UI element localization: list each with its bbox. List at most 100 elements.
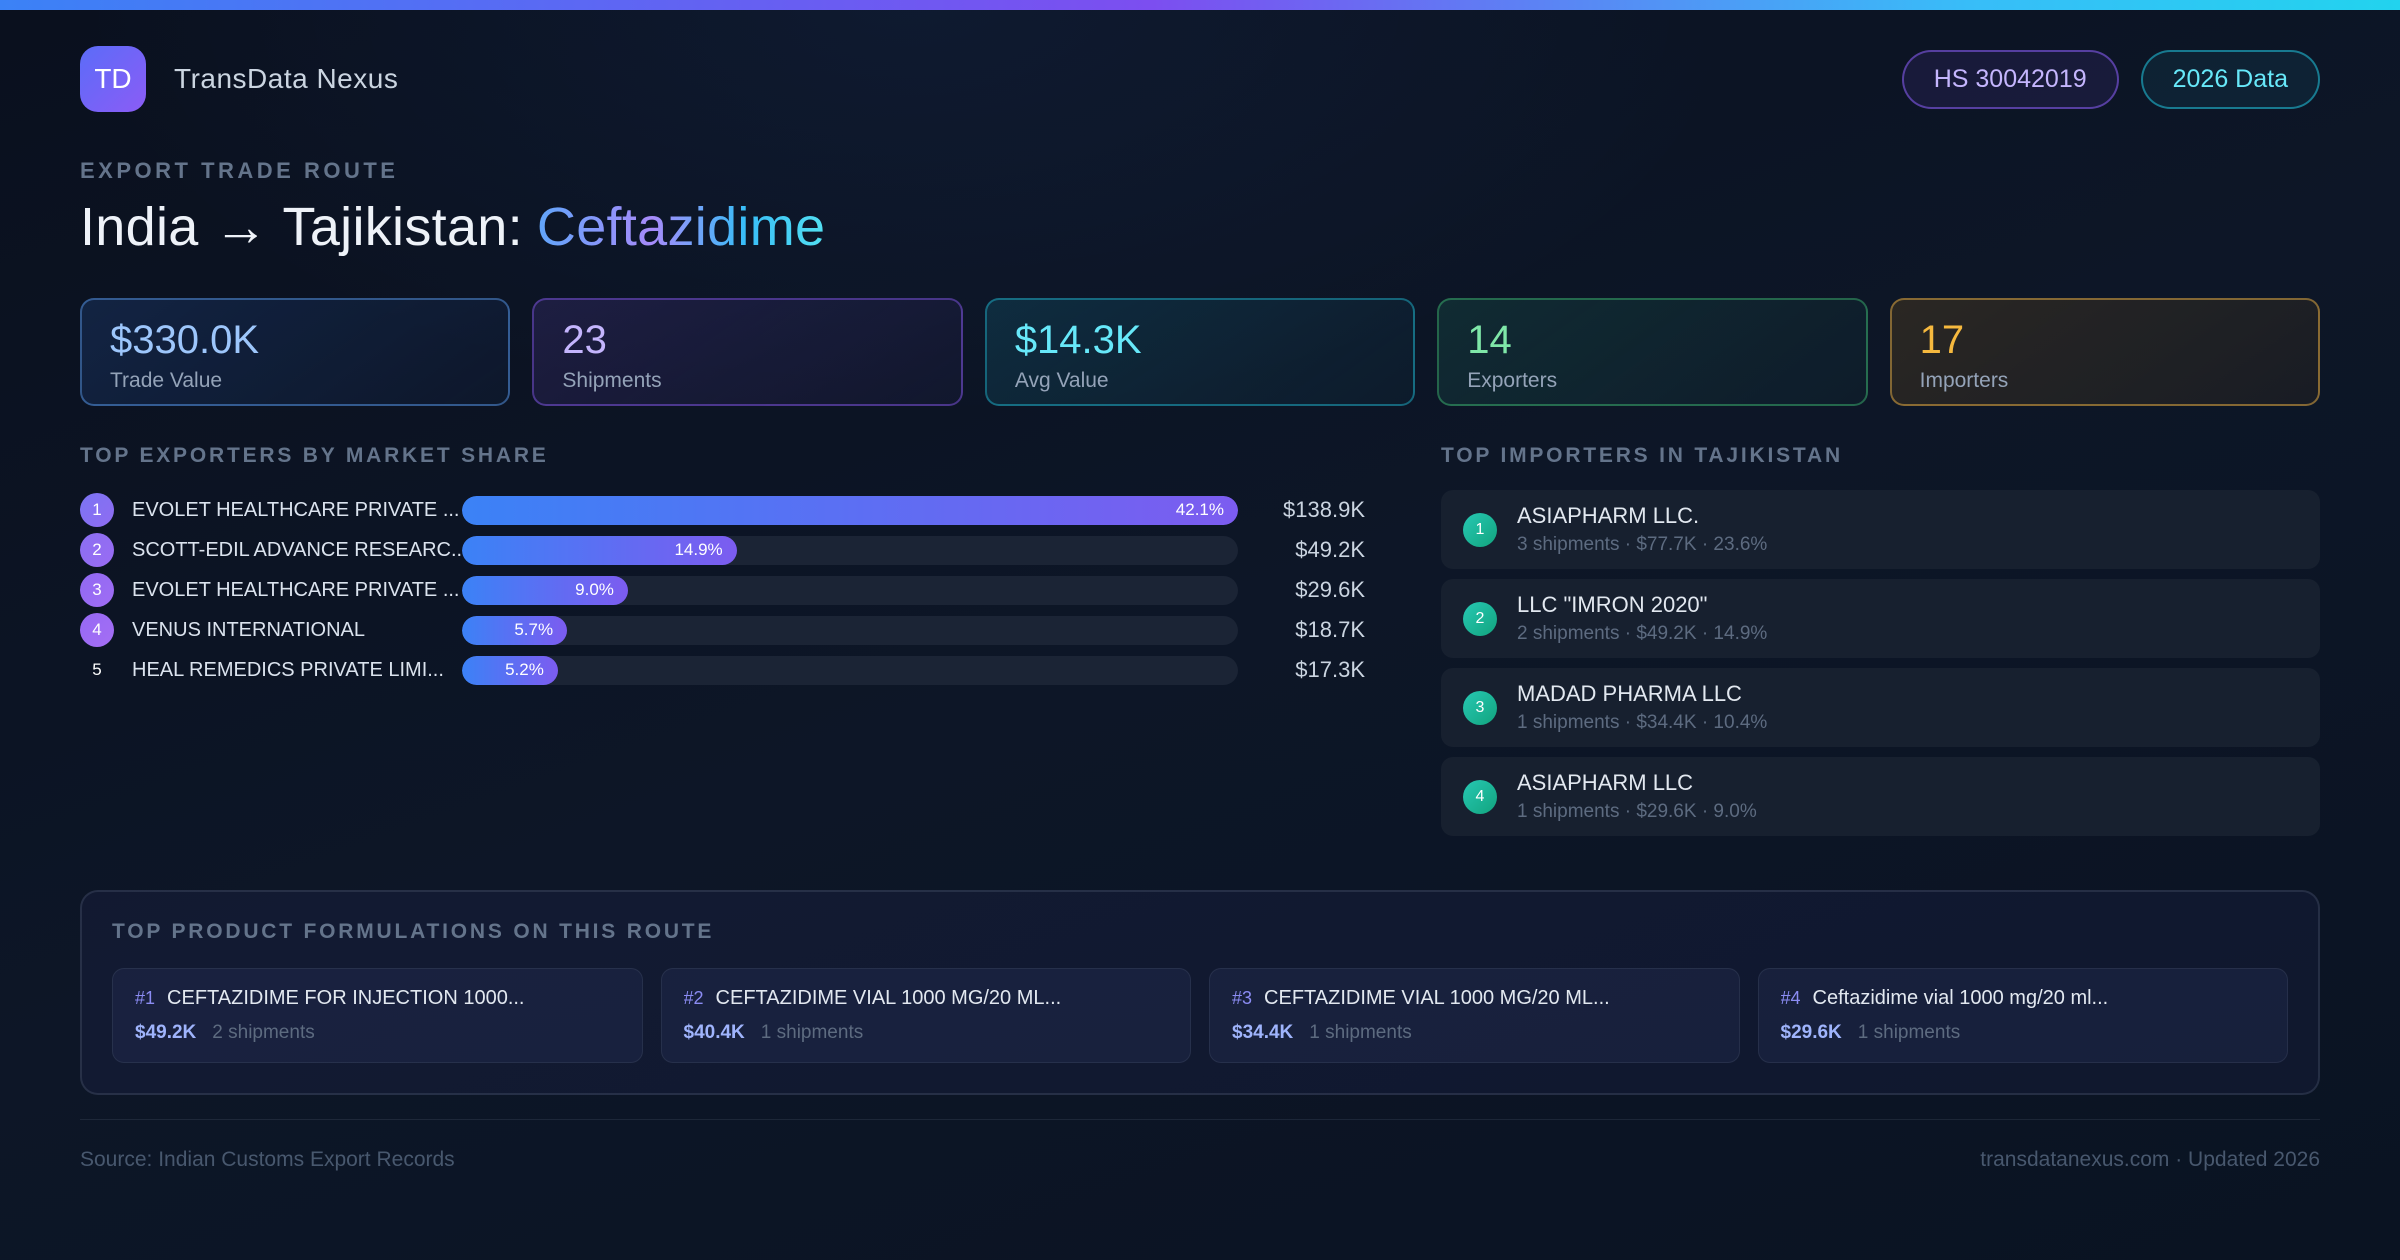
product-card[interactable]: #3 CEFTAZIDIME VIAL 1000 MG/20 ML... $34… bbox=[1209, 968, 1740, 1063]
footer: Source: Indian Customs Export Records tr… bbox=[80, 1119, 2320, 1172]
exporters-list: 1 EVOLET HEALTHCARE PRIVATE ... 42.1% $1… bbox=[80, 490, 1365, 690]
page-title: India → Tajikistan: Ceftazidime bbox=[80, 196, 2320, 258]
exporter-rank-badge: 1 bbox=[80, 493, 114, 527]
exporter-trade-value: $138.9K bbox=[1283, 497, 1365, 522]
market-share-bar-track: 9.0% bbox=[462, 575, 1238, 605]
importer-meta: 1 shipments · $34.4K · 10.4% bbox=[1517, 712, 1768, 733]
exporter-row[interactable]: 5 HEAL REMEDICS PRIVATE LIMI... 5.2% $17… bbox=[80, 650, 1365, 690]
product-rank: #2 bbox=[683, 988, 704, 1008]
importer-meta: 3 shipments · $77.7K · 23.6% bbox=[1517, 534, 1768, 555]
importers-list: 1 ASIAPHARM LLC. 3 shipments · $77.7K · … bbox=[1441, 490, 2320, 836]
exporters-section: TOP EXPORTERS BY MARKET SHARE 1 EVOLET H… bbox=[80, 444, 1365, 690]
product-value: $49.2K bbox=[135, 1022, 197, 1043]
product-rank: #1 bbox=[135, 988, 156, 1008]
exporter-name: HEAL REMEDICS PRIVATE LIMI... bbox=[132, 658, 444, 681]
product-value: $29.6K bbox=[1780, 1022, 1842, 1043]
footer-site: transdatanexus.com · Updated 2026 bbox=[1980, 1148, 2320, 1171]
importer-item[interactable]: 2 LLC "IMRON 2020" 2 shipments · $49.2K … bbox=[1441, 579, 2320, 658]
share-percent-label: 9.0% bbox=[575, 580, 614, 599]
stat-label: Importers bbox=[1919, 369, 2009, 392]
product-card[interactable]: #4 Ceftazidime vial 1000 mg/20 ml... $29… bbox=[1757, 968, 2288, 1063]
top-accent-bar bbox=[0, 0, 2400, 10]
importer-rank-badge: 4 bbox=[1463, 779, 1497, 814]
route-text: India → Tajikistan: bbox=[80, 197, 523, 257]
product-rank: #3 bbox=[1232, 988, 1253, 1008]
products-section: TOP PRODUCT FORMULATIONS ON THIS ROUTE #… bbox=[80, 890, 2320, 1095]
product-shipments: 1 shipments bbox=[760, 1022, 864, 1043]
importer-info: ASIAPHARM LLC. 3 shipments · $77.7K · 23… bbox=[1517, 503, 1767, 556]
importer-info: ASIAPHARM LLC 1 shipments · $29.6K · 9.0… bbox=[1517, 770, 1757, 823]
importer-rank-badge: 2 bbox=[1463, 601, 1497, 636]
stat-label: Shipments bbox=[562, 369, 662, 392]
share-percent-label: 14.9% bbox=[674, 540, 723, 559]
exporter-trade-value: $29.6K bbox=[1295, 577, 1365, 602]
year-data-badge[interactable]: 2026 Data bbox=[2140, 49, 2320, 109]
stat-value: $330.0K bbox=[110, 318, 260, 362]
stat-value: 14 bbox=[1467, 318, 1512, 362]
stat-card: $330.0K Trade Value bbox=[80, 298, 511, 406]
exporter-row[interactable]: 1 EVOLET HEALTHCARE PRIVATE ... 42.1% $1… bbox=[80, 490, 1365, 530]
products-section-title: TOP PRODUCT FORMULATIONS ON THIS ROUTE bbox=[112, 920, 715, 943]
product-title-line: #3 CEFTAZIDIME VIAL 1000 MG/20 ML... bbox=[1232, 987, 1717, 1010]
importers-section: TOP IMPORTERS IN TAJIKISTAN 1 ASIAPHARM … bbox=[1441, 444, 2320, 846]
product-name-highlight: Ceftazidime bbox=[536, 197, 826, 257]
importer-meta: 1 shipments · $29.6K · 9.0% bbox=[1517, 801, 1757, 822]
exporters-section-title: TOP EXPORTERS BY MARKET SHARE bbox=[80, 444, 549, 467]
stat-card: 17 Importers bbox=[1889, 298, 2321, 406]
importer-name: MADAD PHARMA LLC bbox=[1517, 681, 1742, 706]
importers-section-title: TOP IMPORTERS IN TAJIKISTAN bbox=[1441, 444, 1843, 467]
product-shipments: 1 shipments bbox=[1857, 1022, 1961, 1043]
product-meta-line: $34.4K 1 shipments bbox=[1232, 1022, 1717, 1044]
importer-info: MADAD PHARMA LLC 1 shipments · $34.4K · … bbox=[1517, 681, 1767, 734]
app-logo[interactable]: TD bbox=[80, 46, 146, 112]
footer-source: Source: Indian Customs Export Records bbox=[80, 1148, 455, 1171]
stat-card: $14.3K Avg Value bbox=[984, 298, 1416, 406]
market-share-bar-track: 42.1% bbox=[462, 495, 1238, 525]
stat-value: 23 bbox=[562, 318, 607, 362]
product-meta-line: $40.4K 1 shipments bbox=[684, 1022, 1169, 1044]
importer-rank-badge: 3 bbox=[1463, 690, 1497, 725]
exporter-row[interactable]: 2 SCOTT-EDIL ADVANCE RESEARC... 14.9% $4… bbox=[80, 530, 1365, 570]
product-meta-line: $49.2K 2 shipments bbox=[135, 1022, 620, 1044]
brand: TD TransData Nexus bbox=[80, 46, 398, 112]
product-card[interactable]: #2 CEFTAZIDIME VIAL 1000 MG/20 ML... $40… bbox=[660, 968, 1191, 1063]
importer-name: LLC "IMRON 2020" bbox=[1517, 592, 1708, 617]
exporter-trade-value: $49.2K bbox=[1295, 537, 1365, 562]
main-columns: TOP EXPORTERS BY MARKET SHARE 1 EVOLET H… bbox=[80, 444, 2320, 846]
importer-item[interactable]: 1 ASIAPHARM LLC. 3 shipments · $77.7K · … bbox=[1441, 490, 2320, 569]
product-card[interactable]: #1 CEFTAZIDIME FOR INJECTION 1000... $49… bbox=[112, 968, 643, 1063]
exporter-rank-badge: 4 bbox=[80, 613, 114, 647]
brand-name: TransData Nexus bbox=[174, 63, 399, 94]
exporter-row[interactable]: 3 EVOLET HEALTHCARE PRIVATE ... 9.0% $29… bbox=[80, 570, 1365, 610]
product-meta-line: $29.6K 1 shipments bbox=[1781, 1022, 2266, 1044]
exporter-name: VENUS INTERNATIONAL bbox=[132, 618, 365, 641]
importer-item[interactable]: 3 MADAD PHARMA LLC 1 shipments · $34.4K … bbox=[1441, 668, 2320, 747]
market-share-bar-fill: 5.2% bbox=[462, 655, 558, 685]
market-share-bar-fill: 9.0% bbox=[462, 575, 628, 605]
page-eyebrow: EXPORT TRADE ROUTE bbox=[80, 158, 399, 183]
stat-value: $14.3K bbox=[1014, 318, 1142, 362]
exporter-row[interactable]: 4 VENUS INTERNATIONAL 5.7% $18.7K bbox=[80, 610, 1365, 650]
exporter-rank-badge: 5 bbox=[92, 660, 102, 679]
share-percent-label: 5.2% bbox=[505, 660, 544, 679]
exporter-name: EVOLET HEALTHCARE PRIVATE ... bbox=[132, 498, 460, 521]
market-share-bar-fill: 42.1% bbox=[462, 495, 1238, 525]
hs-code-badge[interactable]: HS 30042019 bbox=[1901, 49, 2119, 109]
product-title-line: #4 Ceftazidime vial 1000 mg/20 ml... bbox=[1781, 987, 2266, 1010]
importer-item[interactable]: 4 ASIAPHARM LLC 1 shipments · $29.6K · 9… bbox=[1441, 757, 2320, 836]
exporter-name: SCOTT-EDIL ADVANCE RESEARC... bbox=[132, 538, 462, 561]
header: TD TransData Nexus HS 30042019 2026 Data bbox=[80, 46, 2320, 112]
importer-name: ASIAPHARM LLC. bbox=[1517, 503, 1700, 528]
page: TD TransData Nexus HS 30042019 2026 Data… bbox=[0, 46, 2400, 1172]
product-title-line: #2 CEFTAZIDIME VIAL 1000 MG/20 ML... bbox=[684, 987, 1169, 1010]
header-badges: HS 30042019 2026 Data bbox=[1901, 49, 2320, 109]
exporter-name: EVOLET HEALTHCARE PRIVATE ... bbox=[132, 578, 460, 601]
stat-label: Exporters bbox=[1467, 369, 1558, 392]
stats-row: $330.0K Trade Value 23 Shipments $14.3K … bbox=[80, 298, 2321, 406]
product-name: CEFTAZIDIME FOR INJECTION 1000... bbox=[167, 987, 525, 1009]
market-share-bar-track: 5.2% bbox=[462, 655, 1238, 685]
stat-card: 23 Shipments bbox=[532, 298, 963, 406]
stat-label: Avg Value bbox=[1014, 369, 1109, 392]
product-name: CEFTAZIDIME VIAL 1000 MG/20 ML... bbox=[715, 987, 1062, 1009]
product-shipments: 1 shipments bbox=[1309, 1022, 1412, 1043]
